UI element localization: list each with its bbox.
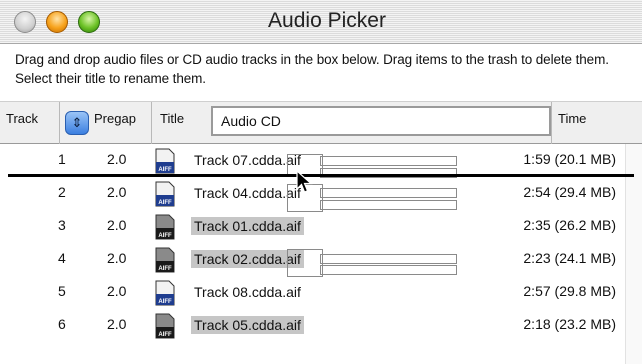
track-title[interactable]: Track 01.cdda.aif: [191, 217, 304, 235]
column-header-time[interactable]: Time: [552, 102, 642, 144]
arrow-cursor-icon: [296, 170, 313, 193]
svg-text:AIFF: AIFF: [158, 167, 172, 173]
pregap-value: 2.0: [107, 217, 127, 233]
aiff-file-icon: AIFF: [155, 181, 175, 207]
svg-text:AIFF: AIFF: [158, 200, 172, 206]
aiff-file-icon: AIFF: [155, 280, 175, 306]
track-title[interactable]: Track 08.cdda.aif: [191, 283, 304, 301]
track-time: 2:18 (23.2 MB): [523, 316, 616, 332]
track-number: 2: [58, 184, 66, 200]
window-title: Audio Picker: [268, 9, 386, 32]
aiff-file-icon: AIFF: [155, 313, 175, 339]
track-row[interactable]: 5 2.0 AIFF Track 08.cdda.aif 2:57 (29.8 …: [0, 276, 642, 309]
title-bar[interactable]: Audio Picker: [0, 0, 642, 44]
track-time: 2:35 (26.2 MB): [523, 217, 616, 233]
track-title[interactable]: Track 05.cdda.aif: [191, 316, 304, 334]
pregap-header-label: Pregap: [94, 111, 136, 126]
audio-picker-window: Audio Picker Drag and drop audio files o…: [0, 0, 642, 364]
track-header-label: Track: [6, 111, 39, 126]
scrollbar[interactable]: [625, 144, 642, 364]
drag-ghost: [320, 254, 457, 264]
track-number: 1: [58, 151, 66, 167]
pregap-value: 2.0: [107, 184, 127, 200]
time-header-label: Time: [558, 111, 587, 126]
drop-insertion-line: [8, 174, 634, 177]
disc-title-field[interactable]: Audio CD: [211, 106, 551, 136]
track-time: 2:23 (24.1 MB): [523, 250, 616, 266]
drag-ghost: [320, 200, 457, 210]
pregap-value: 2.0: [107, 151, 127, 167]
pregap-value: 2.0: [107, 283, 127, 299]
drag-ghost: [320, 188, 457, 198]
drag-ghost: [287, 249, 323, 277]
aiff-file-icon: AIFF: [155, 148, 175, 174]
track-number: 6: [58, 316, 66, 332]
track-row[interactable]: 6 2.0 AIFF Track 05.cdda.aif 2:18 (23.2 …: [0, 309, 642, 342]
pregap-value: 2.0: [107, 316, 127, 332]
aiff-file-icon: AIFF: [155, 214, 175, 240]
svg-text:AIFF: AIFF: [158, 332, 172, 338]
instruction-area: Drag and drop audio files or CD audio tr…: [0, 44, 642, 102]
track-number: 4: [58, 250, 66, 266]
track-time: 1:59 (20.1 MB): [523, 151, 616, 167]
svg-text:AIFF: AIFF: [158, 266, 172, 272]
column-header-pregap[interactable]: Pregap: [60, 102, 152, 144]
aiff-file-icon: AIFF: [155, 247, 175, 273]
track-number: 5: [58, 283, 66, 299]
track-row[interactable]: 3 2.0 AIFF Track 01.cdda.aif 2:35 (26.2 …: [0, 210, 642, 243]
svg-text:AIFF: AIFF: [158, 233, 172, 239]
svg-text:AIFF: AIFF: [158, 299, 172, 305]
track-time: 2:57 (29.8 MB): [523, 283, 616, 299]
instruction-text: Drag and drop audio files or CD audio tr…: [15, 52, 609, 86]
pregap-value: 2.0: [107, 250, 127, 266]
title-header-label: Title: [160, 111, 185, 126]
drag-ghost: [320, 156, 457, 166]
drag-ghost: [320, 265, 457, 275]
track-time: 2:54 (29.4 MB): [523, 184, 616, 200]
column-header-track[interactable]: Track: [0, 102, 60, 144]
track-number: 3: [58, 217, 66, 233]
